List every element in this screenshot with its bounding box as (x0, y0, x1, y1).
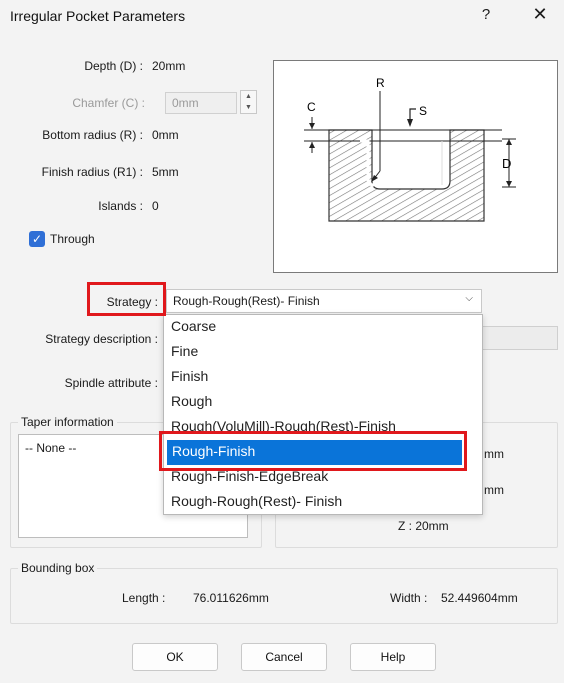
taper-list-item[interactable]: -- None -- (25, 441, 76, 455)
strategy-description-label: Strategy description : (45, 332, 158, 346)
chamfer-spinner[interactable]: ▲ ▼ (240, 90, 257, 114)
strategy-select[interactable]: Rough-Rough(Rest)- Finish ⌵ (166, 289, 482, 313)
pocket-diagram: C R S D (273, 60, 558, 273)
chamfer-input[interactable]: 0mm (165, 92, 237, 114)
depth-value: 20mm (152, 59, 186, 73)
dropdown-option[interactable]: Finish (164, 365, 482, 390)
position-x-suffix: mm (484, 447, 504, 461)
close-icon[interactable]: ✕ (528, 4, 552, 25)
spindle-attribute-label: Spindle attribute : (64, 376, 158, 390)
width-label: Width : (390, 591, 428, 605)
dropdown-option[interactable]: Rough (164, 390, 482, 415)
bottom-radius-value: 0mm (152, 128, 179, 142)
taper-group-title: Taper information (18, 415, 117, 429)
length-value: 76.011626mm (193, 591, 269, 605)
dropdown-option[interactable]: Rough-Rough(Rest)- Finish (164, 490, 482, 515)
window-title: Irregular Pocket Parameters (10, 8, 186, 24)
spin-up-icon[interactable]: ▲ (241, 91, 256, 102)
ok-button[interactable]: OK (132, 643, 218, 671)
cancel-button[interactable]: Cancel (241, 643, 327, 671)
diagram-label-c: C (307, 100, 316, 114)
position-z: Z : 20mm (398, 519, 449, 533)
diagram-label-d: D (502, 156, 511, 171)
length-label: Length : (122, 591, 166, 605)
dropdown-option[interactable]: Coarse (164, 315, 482, 340)
position-y-suffix: mm (484, 483, 504, 497)
strategy-dropdown-list[interactable]: Coarse Fine Finish Rough Rough(VoluMill)… (163, 314, 483, 515)
bottom-radius-label: Bottom radius (R) : (42, 128, 143, 142)
dropdown-option[interactable]: Fine (164, 340, 482, 365)
through-checkbox[interactable]: ✓ (29, 231, 45, 247)
bounding-box-title: Bounding box (18, 561, 98, 575)
spin-down-icon[interactable]: ▼ (241, 102, 256, 113)
islands-value: 0 (152, 199, 159, 213)
finish-radius-label: Finish radius (R1) : (41, 165, 143, 179)
chevron-down-icon[interactable]: ⌵ (465, 293, 473, 304)
strategy-selected-value: Rough-Rough(Rest)- Finish (173, 294, 320, 308)
diagram-label-s: S (419, 104, 427, 118)
islands-label: Islands : (98, 199, 143, 213)
depth-label: Depth (D) : (84, 59, 143, 73)
width-value: 52.449604mm (441, 591, 518, 605)
diagram-label-r: R (376, 76, 385, 90)
through-label: Through (50, 232, 95, 246)
chamfer-label: Chamfer (C) : (72, 96, 145, 110)
option-highlight-box (159, 431, 467, 471)
strategy-label-highlight (87, 282, 166, 316)
help-button[interactable]: Help (350, 643, 436, 671)
help-icon[interactable]: ? (476, 6, 496, 23)
strategy-description-field (480, 326, 558, 350)
finish-radius-value: 5mm (152, 165, 179, 179)
